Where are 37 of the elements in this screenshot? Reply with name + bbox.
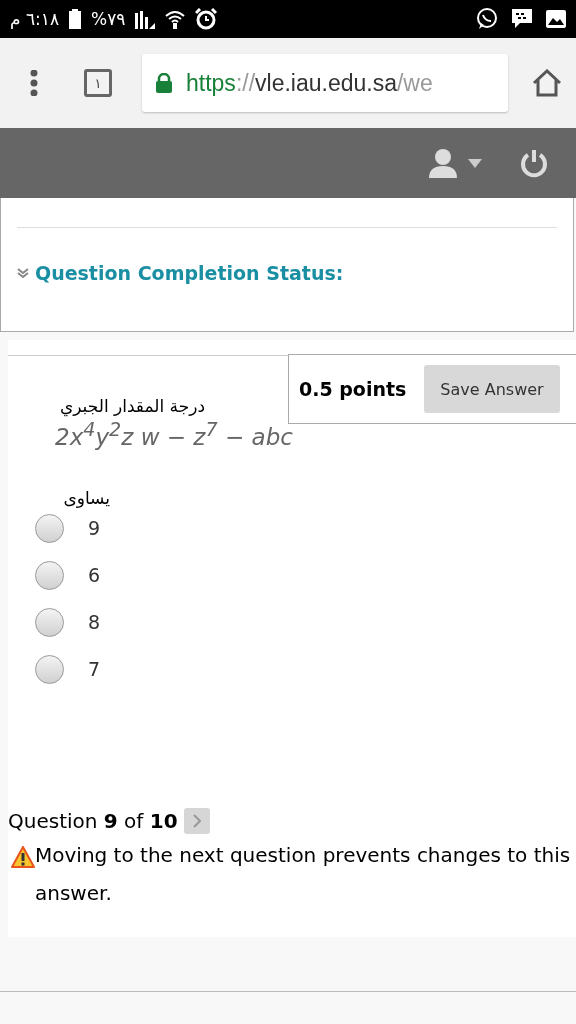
option-label: 8 xyxy=(88,611,101,634)
save-answer-button[interactable]: Save Answer xyxy=(424,365,560,413)
user-menu[interactable] xyxy=(428,148,482,178)
option-label: 6 xyxy=(88,564,101,587)
battery-level: %٧٩ xyxy=(91,9,126,29)
next-button[interactable] xyxy=(183,808,210,834)
wifi-icon xyxy=(165,9,186,29)
radio-button[interactable] xyxy=(35,607,64,637)
tab-count[interactable]: ١ xyxy=(84,69,112,97)
power-icon[interactable] xyxy=(520,148,548,178)
user-icon xyxy=(428,148,458,178)
option-label: 7 xyxy=(88,658,101,681)
points-label: 0.5 points xyxy=(299,378,407,400)
math-expression: 2x$^{4}$y$^{2}$z w − z$^{7}$ − abc xyxy=(55,418,294,450)
battery-icon xyxy=(69,9,82,29)
option-label: 9 xyxy=(88,517,101,540)
radio-button[interactable] xyxy=(35,654,64,684)
url-field[interactable]: https://vle.iau.edu.sa/we xyxy=(142,54,508,112)
question-text: درجة المقدار الجبري xyxy=(58,396,205,416)
section-toggle[interactable]: Question Completion Status: xyxy=(35,262,344,284)
question-counter: Question 9 of 10 xyxy=(8,809,178,833)
image-icon xyxy=(546,10,566,28)
warning-icon xyxy=(11,846,35,868)
home-icon[interactable] xyxy=(532,69,562,97)
radio-button[interactable] xyxy=(35,513,64,543)
double-chevron-icon[interactable] xyxy=(17,267,29,279)
radio-button[interactable] xyxy=(35,560,64,590)
signal-icon xyxy=(135,9,156,29)
lock-icon xyxy=(156,73,172,93)
chevron-right-icon xyxy=(192,814,201,828)
warning-message: Moving to the next question prevents changes to this answer. xyxy=(35,842,572,907)
message-icon xyxy=(512,9,532,29)
alarm-icon xyxy=(195,8,218,30)
question-text: يساوى xyxy=(62,487,110,508)
chat-bubble-icon xyxy=(476,8,498,30)
clock-time: ٦:١٨ م xyxy=(10,9,60,29)
caret-icon xyxy=(468,158,482,168)
